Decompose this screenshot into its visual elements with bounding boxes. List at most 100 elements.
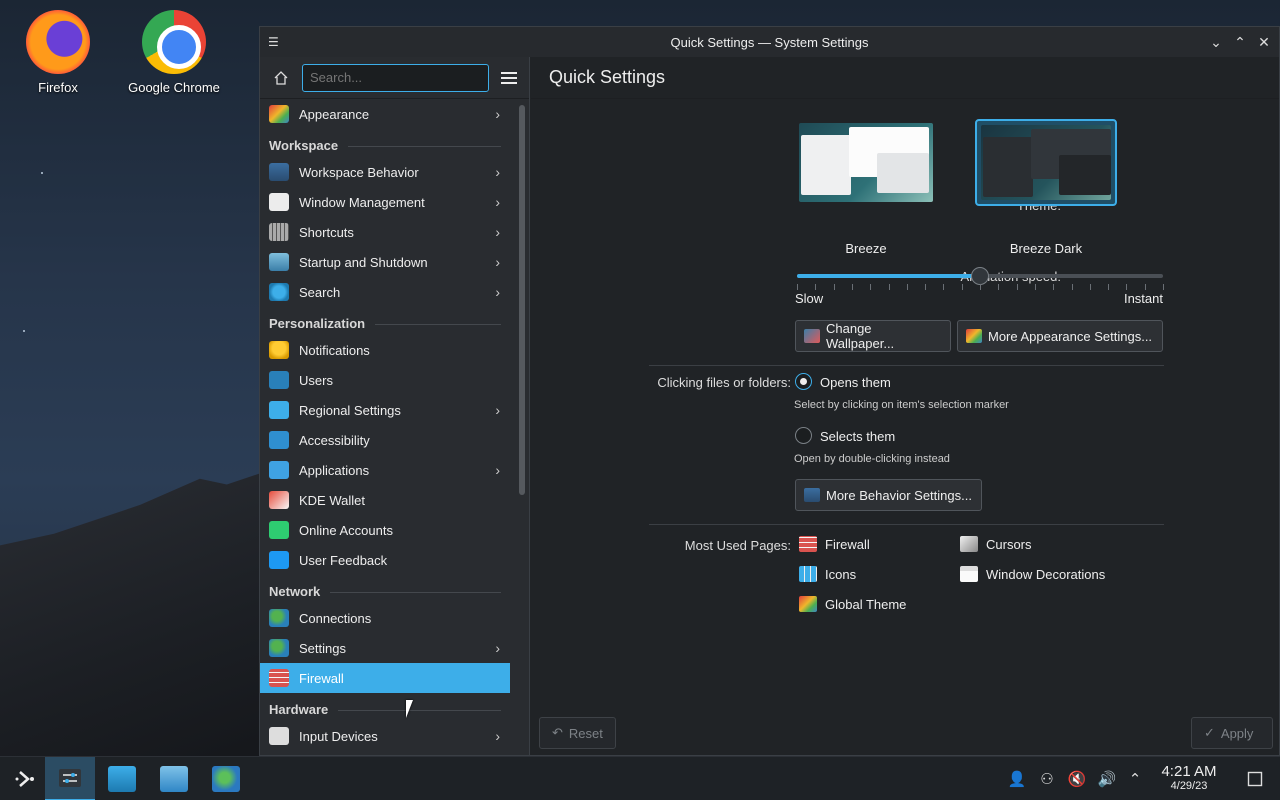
application-launcher[interactable] [0, 757, 50, 800]
tray-volume[interactable]: 🔊 [1092, 757, 1122, 800]
more-behavior-settings-button[interactable]: More Behavior Settings... [795, 479, 982, 511]
cursor-icon [960, 536, 978, 552]
most-used-firewall[interactable]: Firewall [799, 536, 870, 552]
sidebar-item[interactable]: User Feedback [260, 545, 510, 575]
search-input[interactable] [302, 63, 489, 92]
taskbar-settings[interactable] [201, 757, 251, 800]
chevron-right-icon: › [495, 106, 500, 122]
sidebar-item-label: Appearance [299, 106, 370, 122]
tray-user-switch[interactable]: ⚇ [1032, 757, 1062, 800]
window-title: Quick Settings — System Settings [670, 34, 869, 50]
sidebar-item[interactable]: Accessibility [260, 425, 510, 455]
online-accounts-icon [269, 521, 289, 539]
maximize-button[interactable]: ⌃ [1231, 33, 1249, 51]
tray-user[interactable]: 👤 [1002, 757, 1032, 800]
sidebar: Appearance›WorkspaceWorkspace Behavior›W… [260, 57, 530, 755]
user-icon: 👤 [1007, 771, 1027, 788]
sidebar-item[interactable]: Notifications [260, 335, 510, 365]
chevron-right-icon: › [495, 728, 500, 744]
section-label: Hardware [269, 702, 329, 717]
user-switch-icon: ⚇ [1040, 771, 1054, 788]
sidebar-item[interactable]: Firewall [260, 663, 510, 693]
change-wallpaper-button[interactable]: Change Wallpaper... [795, 320, 951, 352]
sidebar-section-header: Personalization [260, 307, 510, 335]
selects-them-hint: Open by double-clicking instead [794, 453, 950, 465]
globe-icon [269, 609, 289, 627]
desktop-chrome[interactable]: Google Chrome [119, 10, 229, 95]
sidebar-item[interactable]: Search › [260, 277, 510, 307]
tray-mic-muted[interactable]: 🔇 [1062, 757, 1092, 800]
more-behavior-label: More Behavior Settings... [826, 487, 972, 503]
titlebar[interactable]: ☰ Quick Settings — System Settings ⌄ ⌃ ✕ [260, 27, 1279, 57]
taskbar-dolphin[interactable] [149, 757, 199, 800]
theme-card-breeze[interactable] [795, 119, 937, 206]
desktop-firefox[interactable]: Firefox [3, 10, 113, 95]
home-button[interactable] [268, 65, 294, 91]
accessibility-icon [269, 431, 289, 449]
sidebar-item[interactable]: Online Accounts [260, 515, 510, 545]
sidebar-item[interactable]: Settings › [260, 633, 510, 663]
mouse-cursor [406, 700, 420, 718]
most-used-window-decorations[interactable]: Window Decorations [960, 566, 1105, 582]
slider-tick [870, 284, 872, 290]
taskbar-system-settings-active[interactable] [45, 757, 95, 800]
settings-app-icon[interactable]: ☰ [268, 35, 284, 49]
chevron-up-icon: ⌃ [1128, 771, 1142, 788]
regional-icon [269, 401, 289, 419]
reset-button[interactable]: ↶ Reset [539, 717, 616, 749]
bell-icon [269, 341, 289, 359]
chevron-right-icon: › [495, 462, 500, 478]
sidebar-item[interactable]: Applications › [260, 455, 510, 485]
slider-tick [797, 284, 798, 290]
sidebar-item[interactable]: Startup and Shutdown › [260, 247, 510, 277]
selects-them-radio[interactable] [795, 427, 812, 444]
firewall-icon [799, 536, 817, 552]
keyboard-icon [269, 223, 289, 241]
home-icon [274, 70, 288, 85]
sidebar-item-label: Online Accounts [299, 522, 393, 538]
close-button[interactable]: ✕ [1255, 33, 1273, 51]
selects-them-label[interactable]: Selects them [820, 429, 895, 444]
taskbar-discover[interactable] [97, 757, 147, 800]
most-used-icons[interactable]: Icons [799, 566, 856, 582]
show-desktop-button[interactable] [1240, 757, 1270, 800]
appearance-icon [269, 105, 289, 123]
sidebar-item[interactable]: Shortcuts › [260, 217, 510, 247]
sidebar-item[interactable]: Regional Settings › [260, 395, 510, 425]
most-used-global-theme[interactable]: Global Theme [799, 596, 906, 612]
chevron-right-icon: › [495, 224, 500, 240]
more-appearance-settings-button[interactable]: More Appearance Settings... [957, 320, 1163, 352]
slider-handle[interactable] [971, 267, 989, 285]
sidebar-item[interactable]: Workspace Behavior › [260, 157, 510, 187]
slider-max-label: Instant [1123, 291, 1163, 306]
animation-speed-slider[interactable] [797, 267, 1163, 285]
slider-tick [1163, 284, 1164, 290]
feedback-icon [269, 551, 289, 569]
minimize-button[interactable]: ⌄ [1207, 33, 1225, 51]
clock[interactable]: 4:21 AM 4/29/23 [1150, 763, 1228, 792]
slider-tick [943, 284, 945, 290]
sidebar-item[interactable]: Input Devices › [260, 721, 510, 751]
sidebar-item[interactable]: KDE Wallet [260, 485, 510, 515]
theme-name-breeze-dark: Breeze Dark [1009, 241, 1083, 256]
wallpaper-mountain [0, 470, 270, 760]
opens-them-radio[interactable] [795, 373, 812, 390]
sidebar-item[interactable]: Users [260, 365, 510, 395]
most-used-cursors[interactable]: Cursors [960, 536, 1032, 552]
sidebar-item-label: Regional Settings [299, 402, 401, 418]
hamburger-menu-button[interactable] [497, 66, 521, 90]
sidebar-item-label: User Feedback [299, 552, 388, 568]
slider-tick [1126, 284, 1128, 290]
sidebar-item[interactable]: Connections [260, 603, 510, 633]
most-used-page-label: Firewall [825, 536, 870, 552]
sidebar-scrollbar[interactable] [519, 105, 525, 495]
sidebar-item[interactable]: Appearance › [260, 99, 510, 129]
opens-them-label[interactable]: Opens them [820, 375, 891, 390]
theme-card-breeze-dark[interactable] [975, 119, 1117, 206]
apply-button[interactable]: ✓ Apply [1191, 717, 1273, 749]
window-controls: ⌄ ⌃ ✕ [1207, 33, 1273, 51]
taskbar: 👤 ⚇ 🔇 🔊 ⌃ 4:21 AM 4/29/23 [0, 756, 1280, 800]
sidebar-item-label: Workspace Behavior [299, 164, 419, 180]
tray-expand[interactable]: ⌃ [1120, 757, 1150, 800]
sidebar-item[interactable]: Window Management › [260, 187, 510, 217]
